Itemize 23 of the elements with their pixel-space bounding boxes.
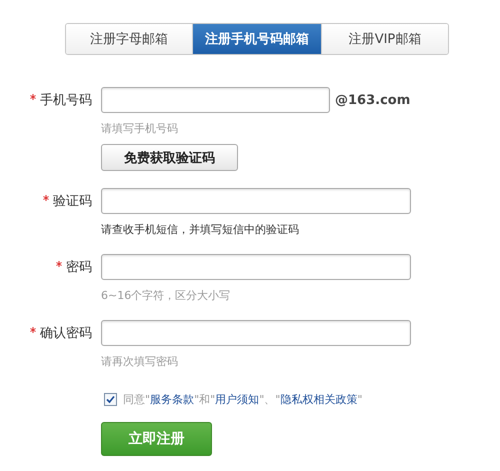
agreement-link[interactable]: 用户须知 (215, 393, 260, 406)
field-hint: 请查收手机短信，并填写短信中的验证码 (101, 222, 300, 237)
field-hint: 请填写手机号码 (101, 121, 179, 136)
field-label: 确认密码 (0, 324, 92, 342)
tab[interactable]: 注册手机号码邮箱 (192, 24, 321, 54)
checkbox[interactable] (104, 393, 117, 406)
tab[interactable]: 注册字母邮箱 (66, 24, 192, 54)
field-hint: 请再次填写密码 (101, 354, 179, 369)
field-label: 手机号码 (0, 91, 92, 109)
field-label: 密码 (0, 258, 92, 276)
field-hint: 6~16个字符，区分大小写 (101, 288, 232, 303)
tab[interactable]: 注册VIP邮箱 (321, 24, 448, 54)
input-field[interactable] (101, 87, 330, 113)
input-field[interactable] (101, 254, 411, 280)
check-icon (106, 395, 115, 404)
domain-suffix: @163.com (335, 92, 410, 108)
field-label: 验证码 (0, 192, 92, 210)
agreement-text: 同意"服务条款"和"用户须知"、"隐私权相关政策" (123, 392, 362, 407)
agreement-link[interactable]: 服务条款 (150, 393, 194, 406)
input-field[interactable] (101, 320, 411, 346)
input-field[interactable] (101, 188, 411, 214)
agreement-link[interactable]: 隐私权相关政策 (280, 393, 358, 406)
get-code-button[interactable]: 免费获取验证码 (101, 144, 238, 171)
